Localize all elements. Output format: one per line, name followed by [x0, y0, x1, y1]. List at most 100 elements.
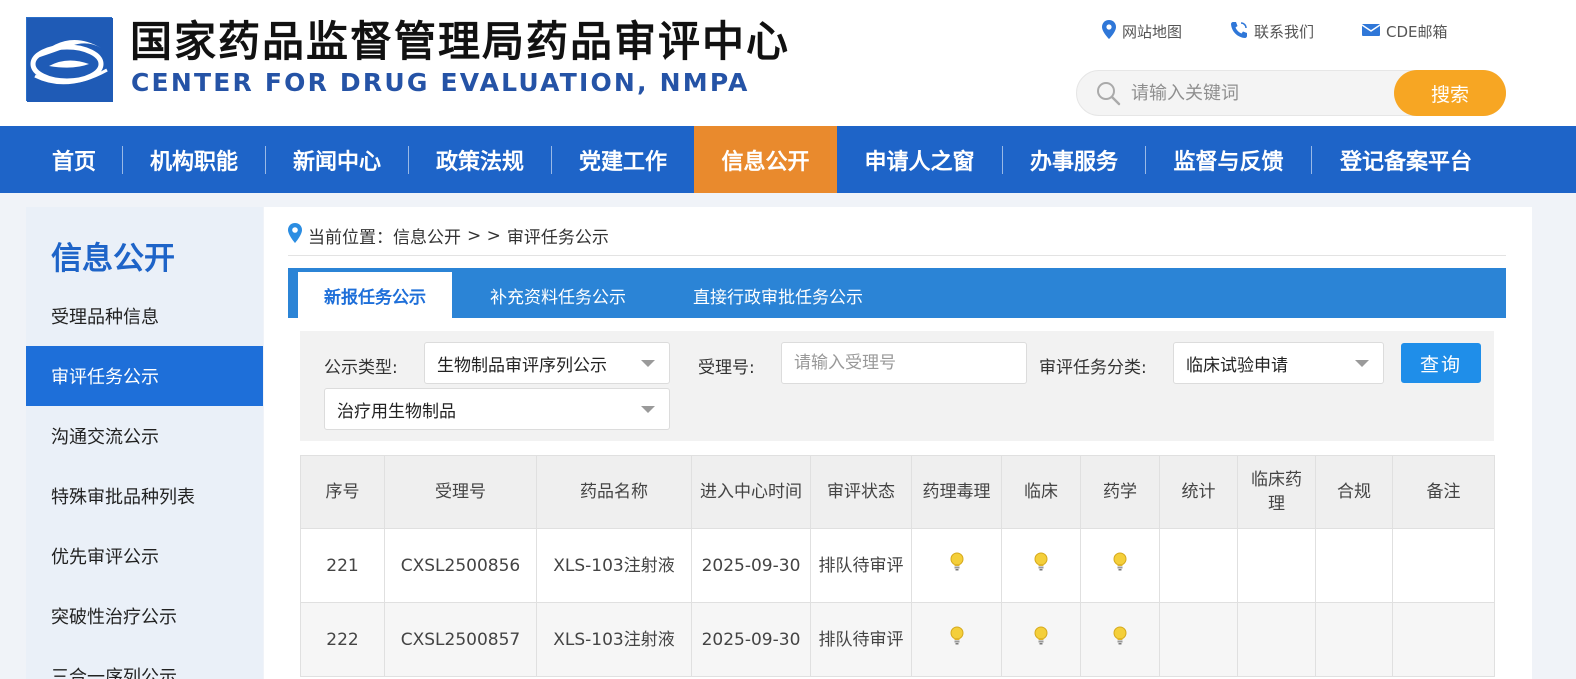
category-select[interactable]: 临床试验申请 — [1173, 342, 1384, 384]
breadcrumb-current: 审评任务公示 — [506, 228, 609, 248]
sidebar-item-review-tasks[interactable]: 审评任务公示 — [26, 346, 263, 406]
sidebar-item-breakthrough[interactable]: 突破性治疗公示 — [26, 586, 263, 646]
sitemap-link[interactable]: 网站地图 — [1102, 20, 1182, 43]
col-header-enter-time: 进入中心时间 — [691, 455, 811, 529]
breadcrumb-section[interactable]: 信息公开 — [393, 223, 461, 248]
nav-item-functions[interactable]: 机构职能 — [123, 126, 265, 193]
lightbulb-icon — [1034, 552, 1048, 579]
lightbulb-icon — [1113, 626, 1127, 653]
cell-status: 排队待审评 — [810, 602, 912, 677]
col-header-clin-pharm: 临床药理 — [1237, 455, 1316, 529]
search-button[interactable]: 搜索 — [1394, 70, 1506, 116]
col-header-pharmacy: 药学 — [1080, 455, 1160, 529]
cell-status: 排队待审评 — [810, 528, 912, 603]
breadcrumb-prefix: 当前位置： — [308, 228, 393, 248]
cell-enter-time: 2025-09-30 — [691, 602, 811, 677]
cell-review-flag — [1392, 602, 1495, 677]
cell-no: 221 — [300, 528, 385, 603]
cell-enter-time: 2025-09-30 — [691, 528, 811, 603]
task-table-wrapper: 序号 受理号 药品名称 进入中心时间 审评状态 药理毒理 临床 药学 统计 临床… — [300, 455, 1495, 677]
filter-panel: 公示类型: 生物制品审评序列公示 受理号: 审评任务分类: 临床试验申请 查询 … — [300, 331, 1494, 441]
cell-review-flag — [1237, 528, 1316, 603]
location-pin-icon — [1102, 20, 1116, 43]
cell-review-flag — [1315, 528, 1393, 603]
col-header-remarks: 备注 — [1392, 455, 1495, 529]
cell-accept-no: CXSL2500857 — [384, 602, 537, 677]
accept-no-input[interactable] — [781, 342, 1027, 384]
sidebar-item-three-in-one[interactable]: 三合一序列公示 — [26, 646, 263, 679]
cell-review-flag — [911, 602, 1002, 677]
site-header: 国家药品监督管理局药品审评中心 CENTER FOR DRUG EVALUATI… — [0, 0, 1576, 126]
chevron-down-icon — [1355, 360, 1369, 367]
nav-item-home[interactable]: 首页 — [26, 126, 122, 193]
cell-review-flag — [1001, 528, 1081, 603]
col-header-statistics: 统计 — [1159, 455, 1238, 529]
cell-review-flag — [1001, 602, 1081, 677]
sidebar: 信息公开 受理品种信息 审评任务公示 沟通交流公示 特殊审批品种列表 优先审评公… — [26, 207, 263, 679]
nav-item-info-public[interactable]: 信息公开 — [694, 126, 837, 193]
cell-drug-name: XLS-103注射液 — [536, 602, 692, 677]
site-subtitle: CENTER FOR DRUG EVALUATION, NMPA — [131, 68, 750, 97]
sidebar-item-special-approval[interactable]: 特殊审批品种列表 — [26, 466, 263, 526]
cell-review-flag — [1392, 528, 1495, 603]
cell-drug-name: XLS-103注射液 — [536, 528, 692, 603]
col-header-drug-name: 药品名称 — [536, 455, 692, 529]
cell-review-flag — [1159, 602, 1238, 677]
type-label: 公示类型: — [324, 358, 398, 378]
cell-no: 222 — [300, 602, 385, 677]
breadcrumb: 当前位置： 信息公开 > > 审评任务公示 — [288, 223, 609, 248]
tab-new-tasks[interactable]: 新报任务公示 — [298, 272, 452, 318]
search-input[interactable] — [1131, 79, 1391, 107]
cde-mail-label: CDE邮箱 — [1386, 23, 1448, 41]
site-title: 国家药品监督管理局药品审评中心 — [130, 17, 791, 66]
table-body: 221 CXSL2500856 XLS-103注射液 2025-09-30 排队待审评 2… — [300, 528, 1495, 677]
query-button[interactable]: 查询 — [1401, 343, 1481, 383]
col-header-clinical: 临床 — [1001, 455, 1081, 529]
category-label: 审评任务分类: — [1039, 358, 1147, 378]
cell-review-flag — [1080, 528, 1160, 603]
main-nav: 首页 机构职能 新闻中心 政策法规 党建工作 信息公开 申请人之窗 办事服务 监… — [0, 126, 1576, 193]
cell-accept-no: CXSL2500856 — [384, 528, 537, 603]
cde-mail-link[interactable]: CDE邮箱 — [1361, 20, 1448, 43]
lightbulb-icon — [1113, 552, 1127, 579]
col-header-compliance: 合规 — [1315, 455, 1393, 529]
contact-label: 联系我们 — [1254, 23, 1315, 41]
nav-item-policy[interactable]: 政策法规 — [409, 126, 551, 193]
tab-direct-approval-tasks[interactable]: 直接行政审批任务公示 — [672, 272, 884, 318]
chevron-down-icon — [641, 406, 655, 413]
nav-item-applicant[interactable]: 申请人之窗 — [837, 126, 1002, 193]
nav-item-registration[interactable]: 登记备案平台 — [1312, 126, 1500, 193]
subtype-select-value: 治疗用生物制品 — [337, 401, 456, 422]
top-links: 网站地图 联系我们 CDE邮箱 — [1102, 20, 1448, 43]
contact-link[interactable]: 联系我们 — [1230, 20, 1314, 43]
col-header-status: 审评状态 — [810, 455, 912, 529]
col-header-no: 序号 — [300, 455, 385, 529]
mail-icon — [1361, 23, 1381, 41]
nav-item-supervision[interactable]: 监督与反馈 — [1146, 126, 1311, 193]
page: 国家药品监督管理局药品审评中心 CENTER FOR DRUG EVALUATI… — [0, 0, 1576, 679]
sidebar-item-accepted-varieties[interactable]: 受理品种信息 — [26, 286, 263, 346]
location-pin-icon — [288, 223, 302, 248]
nav-item-services[interactable]: 办事服务 — [1003, 126, 1145, 193]
search-box: 搜索 — [1076, 70, 1506, 116]
lightbulb-icon — [950, 552, 964, 579]
sidebar-item-priority-review[interactable]: 优先审评公示 — [26, 526, 263, 586]
main-content: 当前位置： 信息公开 > > 审评任务公示 新报任务公示 补充资料任务公示 直接… — [264, 207, 1532, 679]
nav-item-party[interactable]: 党建工作 — [552, 126, 694, 193]
sidebar-title: 信息公开 — [51, 241, 175, 277]
nav-item-news[interactable]: 新闻中心 — [266, 126, 408, 193]
sidebar-item-communication[interactable]: 沟通交流公示 — [26, 406, 263, 466]
type-select[interactable]: 生物制品审评序列公示 — [424, 342, 670, 384]
cell-review-flag — [911, 528, 1002, 603]
table-row: 221 CXSL2500856 XLS-103注射液 2025-09-30 排队待审评 — [300, 528, 1495, 603]
breadcrumb-divider — [288, 255, 1506, 256]
subtype-select[interactable]: 治疗用生物制品 — [324, 388, 670, 430]
breadcrumb-separator: > > — [467, 225, 501, 246]
category-select-value: 临床试验申请 — [1186, 355, 1288, 376]
tab-supplementary-tasks[interactable]: 补充资料任务公示 — [468, 272, 648, 318]
lightbulb-icon — [1034, 626, 1048, 653]
cell-review-flag — [1315, 602, 1393, 677]
task-table: 序号 受理号 药品名称 进入中心时间 审评状态 药理毒理 临床 药学 统计 临床… — [300, 455, 1495, 677]
cde-logo[interactable] — [26, 17, 113, 102]
lightbulb-icon — [950, 626, 964, 653]
